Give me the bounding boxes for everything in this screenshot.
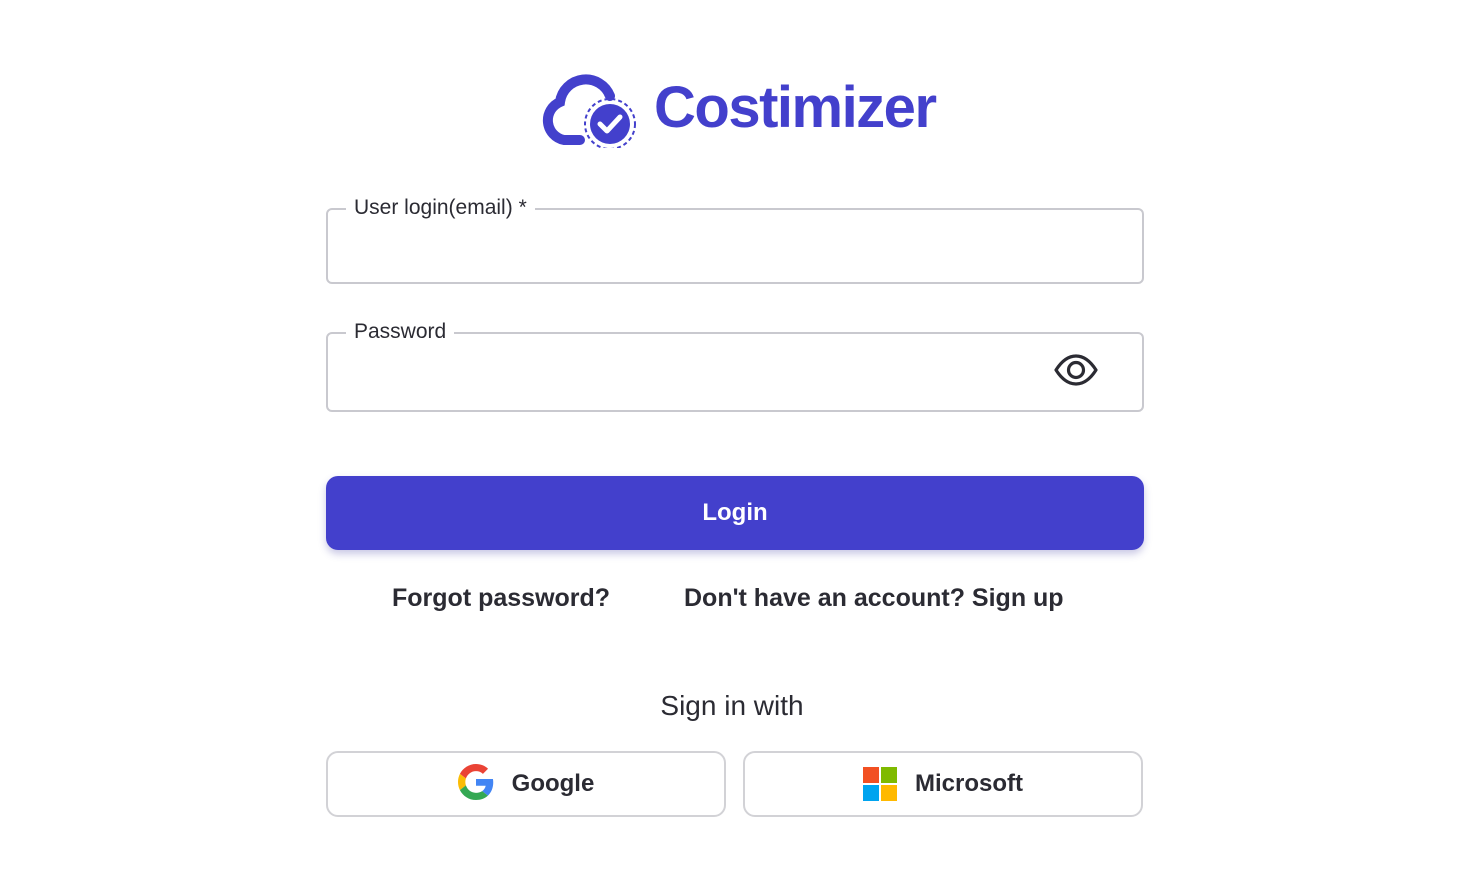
- password-field[interactable]: Password: [326, 318, 1144, 412]
- google-icon: [457, 763, 494, 805]
- brand-logo: Costimizer: [540, 66, 937, 150]
- google-signin-button[interactable]: Google: [326, 751, 726, 817]
- microsoft-icon: [863, 767, 897, 801]
- google-label: Google: [511, 770, 595, 797]
- forgot-password-link[interactable]: Forgot password?: [392, 584, 610, 613]
- auth-links: Forgot password? Don't have an account? …: [0, 584, 1464, 618]
- microsoft-label: Microsoft: [915, 770, 1023, 797]
- password-label: Password: [346, 318, 455, 346]
- eye-icon: [1053, 353, 1099, 391]
- sso-heading: Sign in with: [660, 690, 804, 721]
- password-input[interactable]: [354, 352, 1042, 396]
- cloud-check-icon: [540, 68, 636, 148]
- email-field[interactable]: User login(email) *: [326, 194, 1144, 284]
- email-label: User login(email) *: [346, 194, 535, 222]
- required-mark: *: [518, 196, 527, 219]
- login-page: Costimizer User login(email) * Password …: [0, 0, 1464, 884]
- brand-name: Costimizer: [654, 75, 937, 140]
- microsoft-signin-button[interactable]: Microsoft: [743, 751, 1143, 817]
- toggle-password-visibility-button[interactable]: [1052, 353, 1100, 391]
- login-button[interactable]: Login: [326, 476, 1144, 550]
- email-input[interactable]: [354, 228, 1042, 268]
- signup-link[interactable]: Don't have an account? Sign up: [684, 584, 1064, 613]
